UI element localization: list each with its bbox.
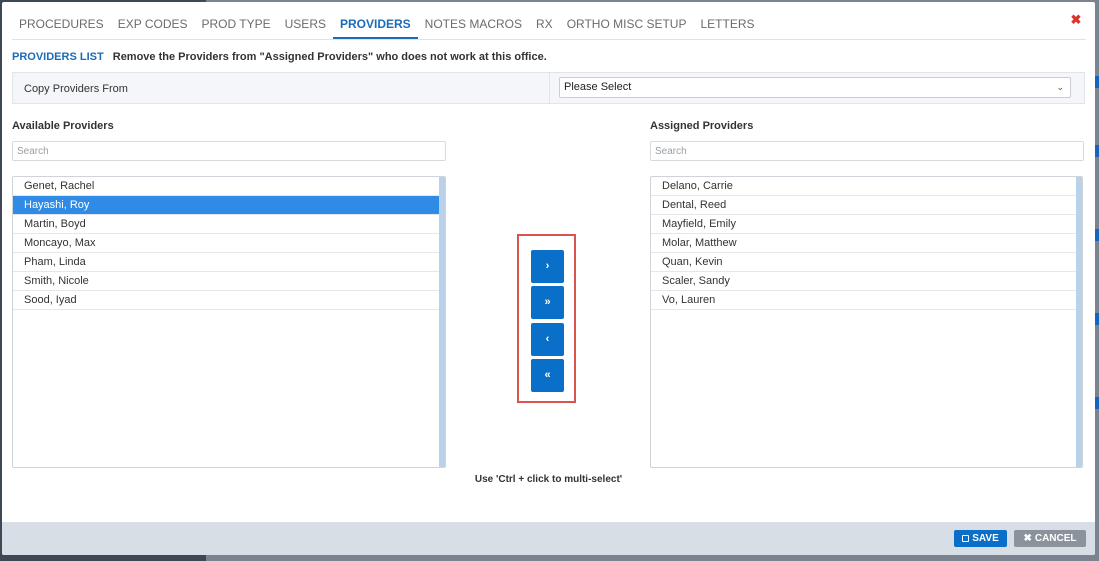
modal-footer: SAVE ✖ CANCEL <box>2 522 1095 555</box>
move-all-right-button[interactable]: » <box>531 286 564 319</box>
tab-bar: PROCEDURES EXP CODES PROD TYPE USERS PRO… <box>12 10 1086 40</box>
tab-prod-type[interactable]: PROD TYPE <box>195 10 278 38</box>
tab-ortho-misc-setup[interactable]: ORTHO MISC SETUP <box>560 10 694 38</box>
move-all-left-button[interactable]: « <box>531 359 564 392</box>
save-button[interactable]: SAVE <box>954 530 1007 547</box>
copy-providers-label: Copy Providers From <box>24 83 128 95</box>
tab-exp-codes[interactable]: EXP CODES <box>111 10 195 38</box>
assigned-search-input[interactable] <box>650 141 1084 161</box>
providers-list-heading: PROVIDERS LIST Remove the Providers from… <box>12 51 547 63</box>
scrollbar[interactable] <box>1076 177 1082 467</box>
tab-providers[interactable]: PROVIDERS <box>332 10 418 39</box>
backdrop-edge-mark <box>1095 76 1099 88</box>
save-label: SAVE <box>972 533 999 544</box>
tab-notes-macros[interactable]: NOTES MACROS <box>418 10 529 38</box>
chevron-down-icon: ⌄ <box>1056 82 1064 92</box>
providers-modal: PROCEDURES EXP CODES PROD TYPE USERS PRO… <box>2 2 1095 555</box>
multi-select-hint: Use 'Ctrl + click to multi-select' <box>474 474 623 485</box>
list-item[interactable]: Sood, Iyad <box>13 291 439 310</box>
list-item[interactable]: Quan, Kevin <box>651 253 1076 272</box>
backdrop-edge-mark <box>1095 397 1099 409</box>
tab-procedures[interactable]: PROCEDURES <box>12 10 111 38</box>
available-providers-label: Available Providers <box>12 120 114 132</box>
list-item[interactable]: Pham, Linda <box>13 253 439 272</box>
list-item[interactable]: Vo, Lauren <box>651 291 1076 310</box>
move-left-button[interactable]: ‹ <box>531 323 564 356</box>
select-value: Please Select <box>564 81 632 93</box>
move-right-button[interactable]: › <box>531 250 564 283</box>
tab-letters[interactable]: LETTERS <box>693 10 761 38</box>
list-item[interactable]: Delano, Carrie <box>651 177 1076 196</box>
copy-providers-row: Copy Providers From Please Select ⌄ <box>12 72 1085 104</box>
scrollbar[interactable] <box>439 177 445 467</box>
section-title: PROVIDERS LIST <box>12 51 104 63</box>
backdrop-edge-mark <box>1095 145 1099 157</box>
backdrop-edge-mark <box>1095 313 1099 325</box>
tab-users[interactable]: USERS <box>278 10 333 38</box>
cancel-label: CANCEL <box>1034 533 1077 544</box>
assigned-providers-label: Assigned Providers <box>650 120 754 132</box>
list-item[interactable]: Smith, Nicole <box>13 272 439 291</box>
floppy-disk-icon <box>962 535 970 542</box>
close-icon: ✖ <box>1023 533 1032 544</box>
cancel-button[interactable]: ✖ CANCEL <box>1014 530 1086 547</box>
available-search-input[interactable] <box>12 141 446 161</box>
list-item[interactable]: Dental, Reed <box>651 196 1076 215</box>
list-item-selected[interactable]: Hayashi, Roy <box>13 196 439 215</box>
list-item[interactable]: Martin, Boyd <box>13 215 439 234</box>
divider <box>549 73 550 103</box>
copy-providers-select[interactable]: Please Select ⌄ <box>559 77 1071 98</box>
section-description: Remove the Providers from "Assigned Prov… <box>112 51 547 63</box>
list-item[interactable]: Mayfield, Emily <box>651 215 1076 234</box>
list-item[interactable]: Molar, Matthew <box>651 234 1076 253</box>
tab-rx[interactable]: RX <box>529 10 560 38</box>
list-item[interactable]: Genet, Rachel <box>13 177 439 196</box>
available-providers-list: Genet, Rachel Hayashi, Roy Martin, Boyd … <box>12 176 446 468</box>
move-buttons-group: › » ‹ « <box>517 234 576 403</box>
assigned-providers-list: Delano, Carrie Dental, Reed Mayfield, Em… <box>650 176 1083 468</box>
list-item[interactable]: Moncayo, Max <box>13 234 439 253</box>
backdrop-edge-mark <box>1095 229 1099 241</box>
list-item[interactable]: Scaler, Sandy <box>651 272 1076 291</box>
close-icon[interactable]: ✖ <box>1068 12 1084 28</box>
